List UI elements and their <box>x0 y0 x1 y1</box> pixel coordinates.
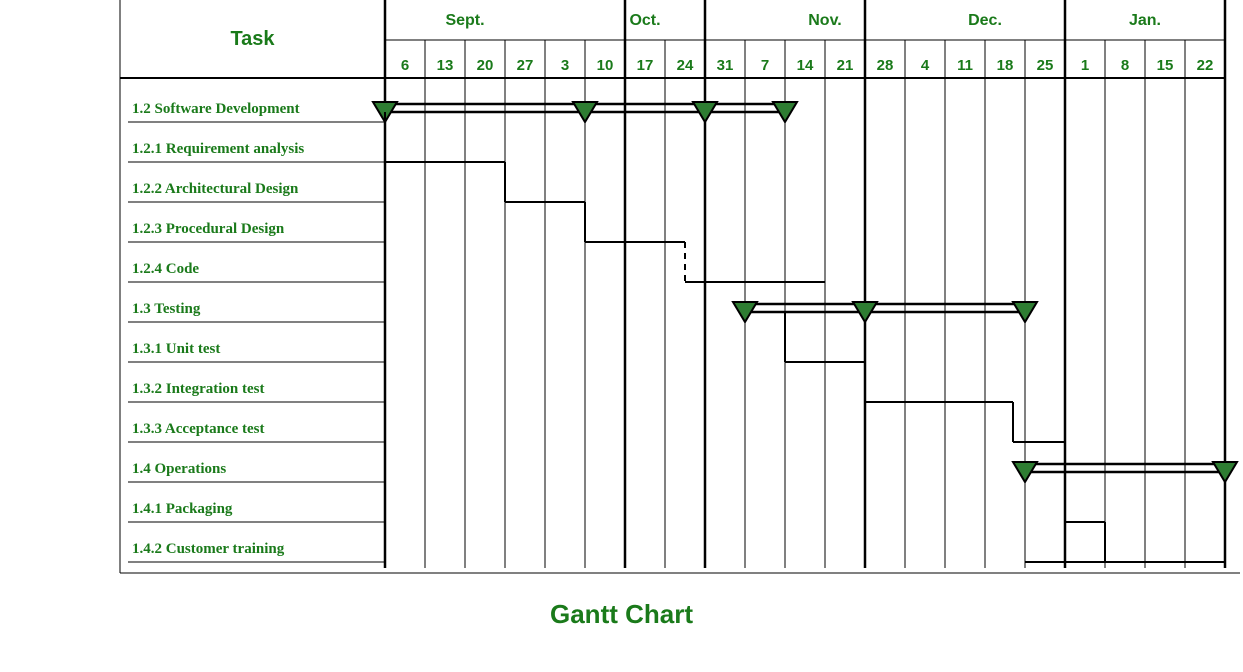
month-label: Sept. <box>445 12 484 29</box>
day-label: 13 <box>437 57 454 74</box>
day-label: 17 <box>637 57 654 74</box>
day-label: 27 <box>517 57 534 74</box>
task-label: 1.4.2 Customer training <box>132 541 285 557</box>
day-label: 10 <box>597 57 614 74</box>
day-label: 11 <box>957 57 973 74</box>
chart-title: Gantt Chart <box>550 599 693 629</box>
gantt-chart-container: TaskSept.Oct.Nov.Dec.Jan.613202731017243… <box>0 0 1243 672</box>
month-label: Dec. <box>968 12 1002 29</box>
task-header: Task <box>230 28 275 50</box>
task-label: 1.2.4 Code <box>132 261 199 277</box>
day-label: 28 <box>877 57 894 74</box>
day-label: 6 <box>401 57 409 74</box>
day-label: 3 <box>561 57 569 74</box>
task-label: 1.3.3 Acceptance test <box>132 421 264 437</box>
day-label: 14 <box>797 57 814 74</box>
task-label: 1.4.1 Packaging <box>132 501 233 517</box>
day-label: 25 <box>1037 57 1054 74</box>
day-label: 18 <box>997 57 1014 74</box>
day-label: 8 <box>1121 57 1129 74</box>
task-label: 1.2.1 Requirement analysis <box>132 141 304 157</box>
task-label: 1.2.3 Procedural Design <box>132 221 285 237</box>
month-label: Oct. <box>629 12 660 29</box>
day-label: 21 <box>837 57 854 74</box>
day-label: 15 <box>1157 57 1174 74</box>
task-label: 1.2 Software Development <box>132 101 300 117</box>
day-label: 31 <box>717 57 734 74</box>
day-label: 4 <box>921 57 930 74</box>
gantt-chart: TaskSept.Oct.Nov.Dec.Jan.613202731017243… <box>0 0 1243 672</box>
task-label: 1.3.1 Unit test <box>132 341 220 357</box>
month-label: Jan. <box>1129 12 1161 29</box>
month-label: Nov. <box>808 12 841 29</box>
day-label: 1 <box>1081 57 1089 74</box>
task-label: 1.3 Testing <box>132 301 201 317</box>
day-label: 24 <box>677 57 694 74</box>
task-label: 1.4 Operations <box>132 461 226 477</box>
day-label: 7 <box>761 57 769 74</box>
day-label: 22 <box>1197 57 1214 74</box>
task-label: 1.2.2 Architectural Design <box>132 181 299 197</box>
task-label: 1.3.2 Integration test <box>132 381 264 397</box>
day-label: 20 <box>477 57 494 74</box>
